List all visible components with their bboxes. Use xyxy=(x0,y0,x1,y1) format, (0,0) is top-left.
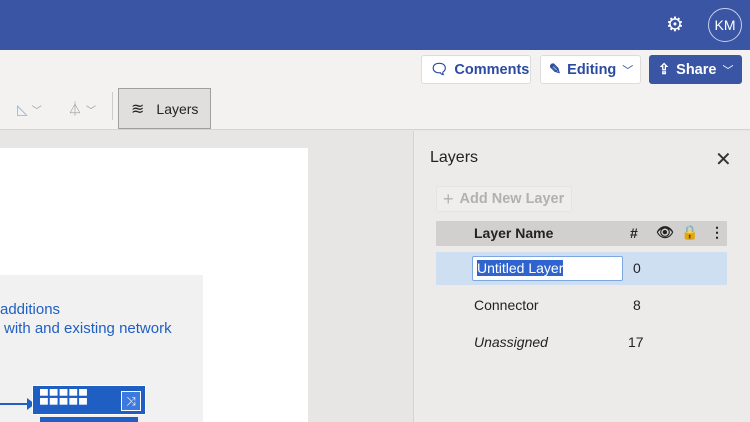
chevron-down-icon: ﹀ xyxy=(722,64,734,77)
lock-icon[interactable]: 🔒 xyxy=(681,224,698,241)
diagram-text-line: with and existing network xyxy=(4,320,172,337)
layers-panel: Layers ✕ + Add New Layer Layer Name # 👁 🔒… xyxy=(413,131,750,422)
toolbar-divider xyxy=(112,92,113,120)
share-button[interactable]: ⇪ Share ﹀ xyxy=(649,55,742,84)
flip-icon: ⏃ xyxy=(68,101,82,117)
rotate-icon: ◺ xyxy=(17,100,28,117)
layer-name-value: Untitled Layer xyxy=(477,260,564,276)
diagram-text-line: additions xyxy=(0,301,61,318)
pencil-icon: ✎ xyxy=(549,61,562,78)
add-layer-label: Add New Layer xyxy=(459,191,565,207)
eye-icon[interactable]: 👁 xyxy=(656,224,674,241)
panel-title: Layers xyxy=(430,149,479,166)
layer-count: 0 xyxy=(633,260,641,276)
diagram-text[interactable]: additions with and existing network xyxy=(0,300,172,338)
column-count[interactable]: # xyxy=(630,225,638,241)
connector-line[interactable] xyxy=(0,403,28,405)
flip-button[interactable]: ⏃ ﹀ xyxy=(68,95,96,123)
comments-button[interactable]: 🗨 Comments xyxy=(421,55,531,84)
layers-table-header: Layer Name # 👁 🔒 ⋮ xyxy=(436,221,727,246)
network-switch-shape[interactable]: ▀▀▀▀▀ ▀▀▀▀▀ ⤨ xyxy=(32,385,146,415)
column-layer-name[interactable]: Layer Name xyxy=(474,225,553,241)
layers-button[interactable]: ≋ Layers xyxy=(118,88,211,129)
app-header: ⚙ KM xyxy=(0,0,750,50)
switch-base xyxy=(40,417,138,422)
layer-name: Connector xyxy=(474,297,539,313)
layer-name-input[interactable]: Untitled Layer xyxy=(472,256,623,281)
close-icon[interactable]: ✕ xyxy=(715,147,732,172)
comments-label: Comments xyxy=(454,61,530,78)
layers-icon: ≋ xyxy=(131,100,145,118)
plus-icon: + xyxy=(443,188,454,209)
share-icon: ⇪ xyxy=(658,61,671,78)
editing-label: Editing xyxy=(567,61,617,78)
ports-icon: ▀▀▀▀▀ ▀▀▀▀▀ xyxy=(40,390,89,411)
switch-icon: ⤨ xyxy=(121,391,141,411)
chevron-down-icon: ﹀ xyxy=(622,64,634,77)
share-label: Share xyxy=(676,61,717,78)
comment-icon: 🗨 xyxy=(430,62,449,78)
add-new-layer-button[interactable]: + Add New Layer xyxy=(436,186,572,212)
table-row[interactable]: Connector 8 xyxy=(436,289,727,322)
avatar[interactable]: KM xyxy=(708,8,742,42)
table-row[interactable]: Unassigned 17 xyxy=(436,326,727,359)
more-options-icon[interactable]: ⋮ xyxy=(710,224,724,241)
table-row[interactable]: Untitled Layer 0 xyxy=(436,252,727,285)
layer-count: 17 xyxy=(628,334,644,350)
rotate-button[interactable]: ◺ ﹀ xyxy=(17,95,42,123)
layer-count: 8 xyxy=(633,297,641,313)
chevron-down-icon: ﹀ xyxy=(86,105,96,117)
editing-button[interactable]: ✎ Editing ﹀ xyxy=(540,55,641,84)
gear-icon[interactable]: ⚙ xyxy=(664,14,686,36)
layers-label: Layers xyxy=(156,100,199,117)
chevron-down-icon: ﹀ xyxy=(31,105,42,117)
layer-name: Unassigned xyxy=(474,334,548,350)
